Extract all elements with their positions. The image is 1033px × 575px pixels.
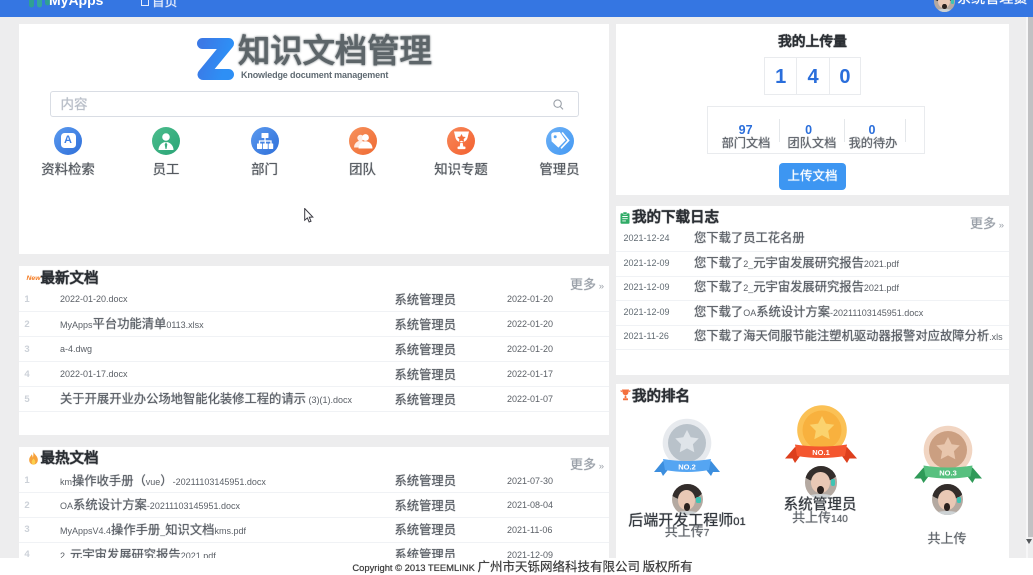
- svg-text:NO.1: NO.1: [812, 448, 830, 457]
- svg-text:NO.2: NO.2: [678, 463, 696, 472]
- svg-text:NO.3: NO.3: [939, 469, 957, 478]
